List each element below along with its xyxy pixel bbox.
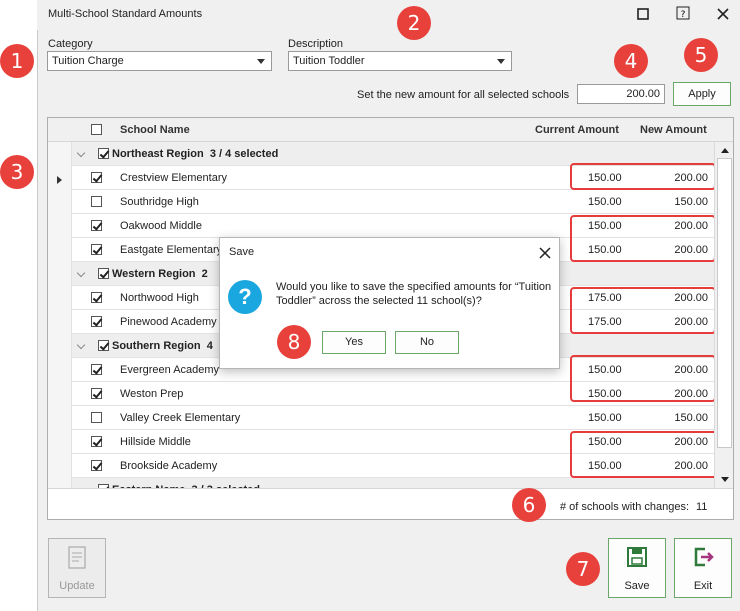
- maximize-icon[interactable]: [634, 6, 652, 24]
- chevron-down-icon: [257, 59, 265, 64]
- save-dialog: Save ? Would you like to save the specif…: [219, 237, 560, 369]
- exit-button[interactable]: Exit: [674, 538, 732, 598]
- amount-highlight: [570, 287, 716, 334]
- floppy-disk-icon: [627, 547, 647, 567]
- row-checkbox[interactable]: [91, 364, 102, 375]
- vertical-scrollbar[interactable]: [714, 142, 733, 488]
- exit-icon: [694, 547, 714, 567]
- window-title: Multi-School Standard Amounts: [48, 8, 203, 20]
- dialog-message: Would you like to save the specified amo…: [276, 281, 552, 307]
- row-indicator-column: [48, 142, 72, 512]
- grid-footer: # of schools with changes: 11: [48, 488, 733, 519]
- current-row-icon: [57, 176, 62, 184]
- close-icon[interactable]: [714, 6, 732, 24]
- callout-badge: 8: [277, 325, 311, 359]
- group-checkbox[interactable]: [98, 340, 109, 351]
- description-value: Tuition Toddler: [293, 55, 365, 67]
- category-label: Category: [48, 38, 93, 50]
- row-checkbox[interactable]: [91, 292, 102, 303]
- current-amount: 150.00: [588, 196, 622, 208]
- school-name: Weston Prep: [120, 388, 184, 400]
- chevron-down-icon[interactable]: [76, 268, 86, 278]
- callout-badge: 4: [614, 44, 648, 78]
- new-amount[interactable]: 150.00: [648, 196, 708, 208]
- school-name: Crestview Elementary: [120, 172, 227, 184]
- title-bar: Multi-School Standard Amounts ?: [37, 0, 740, 30]
- row-checkbox[interactable]: [91, 412, 102, 423]
- amount-highlight: [570, 215, 716, 262]
- chevron-down-icon[interactable]: [76, 148, 86, 158]
- question-icon: ?: [228, 280, 262, 314]
- current-amount: 150.00: [588, 412, 622, 424]
- document-icon: [68, 546, 86, 569]
- apply-button[interactable]: Apply: [673, 82, 731, 106]
- school-name: Pinewood Academy: [120, 316, 217, 328]
- scroll-up-icon[interactable]: [721, 148, 729, 153]
- help-icon[interactable]: ?: [674, 6, 692, 24]
- group-label: Northeast Region 3 / 4 selected: [112, 148, 279, 160]
- school-name: Oakwood Middle: [120, 220, 202, 232]
- school-name: Hillside Middle: [120, 436, 191, 448]
- school-name: Valley Creek Elementary: [120, 412, 241, 424]
- amount-highlight: [570, 163, 716, 190]
- close-icon[interactable]: [539, 242, 551, 264]
- chevron-down-icon[interactable]: [76, 340, 86, 350]
- grid-header: School Name Current Amount New Amount: [48, 118, 733, 142]
- school-name: Brookside Academy: [120, 460, 218, 472]
- changes-label: # of schools with changes:: [560, 501, 690, 513]
- row-checkbox[interactable]: [91, 220, 102, 231]
- row-checkbox[interactable]: [91, 388, 102, 399]
- set-amount-label: Set the new amount for all selected scho…: [357, 89, 570, 101]
- callout-badge: 3: [0, 155, 34, 189]
- callout-badge: 2: [397, 6, 431, 40]
- amount-highlight: [570, 355, 716, 402]
- callout-badge: 6: [512, 488, 546, 522]
- group-checkbox[interactable]: [98, 268, 109, 279]
- column-current-amount: Current Amount: [535, 124, 619, 136]
- school-name: Northwood High: [120, 292, 199, 304]
- description-label: Description: [288, 38, 344, 50]
- changes-count: 11: [696, 501, 708, 513]
- group-label: Western Region 2: [112, 268, 208, 280]
- amount-highlight: [570, 431, 720, 478]
- new-amount[interactable]: 150.00: [648, 412, 708, 424]
- row-checkbox[interactable]: [91, 196, 102, 207]
- group-label: Southern Region 4: [112, 340, 213, 352]
- save-button[interactable]: Save: [608, 538, 666, 598]
- chevron-down-icon: [497, 59, 505, 64]
- table-row[interactable]: Southridge High 150.00 150.00: [72, 190, 714, 214]
- school-name: Southridge High: [120, 196, 199, 208]
- row-checkbox[interactable]: [91, 172, 102, 183]
- category-select[interactable]: Tuition Charge: [47, 51, 272, 71]
- school-name: Eastgate Elementary: [120, 244, 223, 256]
- yes-button[interactable]: Yes: [322, 331, 386, 354]
- update-label: Update: [59, 580, 95, 592]
- select-all-checkbox[interactable]: [91, 124, 102, 135]
- dialog-title: Save: [229, 246, 255, 258]
- save-label: Save: [624, 580, 650, 592]
- row-checkbox[interactable]: [91, 460, 102, 471]
- svg-text:?: ?: [681, 10, 686, 20]
- group-checkbox[interactable]: [98, 148, 109, 159]
- callout-badge: 7: [566, 552, 600, 586]
- scroll-down-icon[interactable]: [721, 477, 729, 482]
- scroll-thumb[interactable]: [717, 158, 732, 448]
- exit-label: Exit: [693, 580, 713, 592]
- school-name: Evergreen Academy: [120, 364, 220, 376]
- table-row[interactable]: Valley Creek Elementary 150.00 150.00: [72, 406, 714, 430]
- callout-badge: 5: [684, 38, 718, 72]
- update-button[interactable]: Update: [48, 538, 106, 598]
- row-checkbox[interactable]: [91, 244, 102, 255]
- column-new-amount: New Amount: [640, 124, 707, 136]
- amount-input[interactable]: 200.00: [577, 84, 665, 104]
- column-school-name: School Name: [120, 124, 190, 136]
- description-select[interactable]: Tuition Toddler: [288, 51, 512, 71]
- row-checkbox[interactable]: [91, 436, 102, 447]
- row-checkbox[interactable]: [91, 316, 102, 327]
- category-value: Tuition Charge: [52, 55, 124, 67]
- callout-badge: 1: [0, 44, 34, 78]
- no-button[interactable]: No: [395, 331, 459, 354]
